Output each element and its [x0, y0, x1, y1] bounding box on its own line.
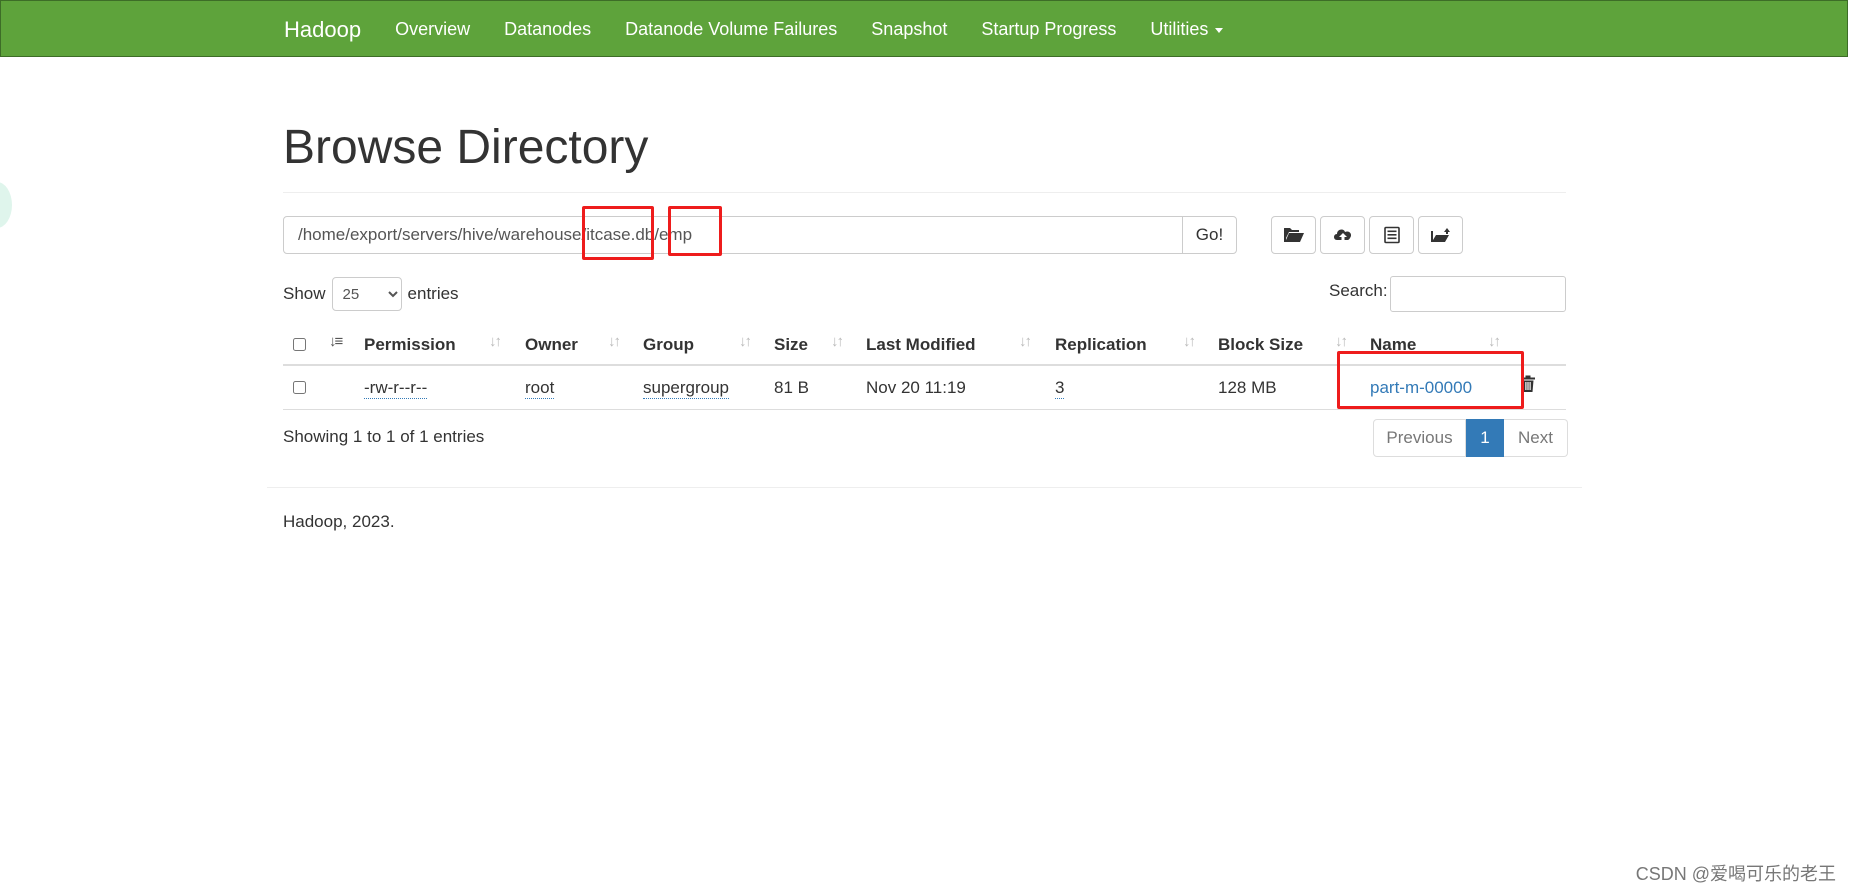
folder-open-icon	[1283, 228, 1304, 242]
sort-icon[interactable]: ↓↑	[1019, 333, 1032, 350]
footer-text: Hadoop, 2023.	[283, 512, 395, 531]
column-header-size[interactable]: Size	[774, 335, 808, 355]
top-navbar: Hadoop Overview Datanodes Datanode Volum…	[0, 0, 1848, 57]
row-select-checkbox[interactable]	[293, 381, 306, 394]
title-divider	[283, 192, 1566, 193]
navbar-brand[interactable]: Hadoop	[284, 17, 361, 43]
column-header-permission[interactable]: Permission	[364, 335, 456, 355]
cell-owner[interactable]: root	[525, 378, 555, 399]
folder-move-icon	[1430, 228, 1450, 242]
table-header: ↓≡ Permission ↓↑ Owner ↓↑ Group ↓↑ Size …	[283, 322, 1566, 366]
column-header-name[interactable]: Name	[1370, 335, 1416, 355]
sort-icon[interactable]: ↓↑	[831, 333, 844, 350]
navbar-inner: Hadoop Overview Datanodes Datanode Volum…	[284, 1, 1257, 58]
caret-down-icon	[1215, 27, 1224, 33]
create-directory-button[interactable]	[1271, 216, 1316, 254]
watermark: CSDN @爱喝可乐的老王	[1635, 864, 1836, 884]
nav-item-snapshot[interactable]: Snapshot	[871, 19, 947, 40]
cloud-upload-icon	[1333, 229, 1351, 242]
show-label: Show	[283, 284, 326, 303]
column-header-group[interactable]: Group	[643, 335, 694, 355]
page-1-button[interactable]: 1	[1466, 419, 1504, 457]
side-floating-widget[interactable]	[0, 182, 12, 228]
move-button[interactable]	[1418, 216, 1463, 254]
column-header-block-size[interactable]: Block Size	[1218, 335, 1303, 355]
column-header-replication[interactable]: Replication	[1055, 335, 1147, 355]
page-title: Browse Directory	[283, 121, 649, 174]
nav-item-utilities-label: Utilities	[1150, 19, 1209, 39]
cell-group[interactable]: supergroup	[643, 378, 730, 399]
nav-item-startup-progress[interactable]: Startup Progress	[981, 19, 1116, 40]
sort-icon[interactable]: ↓↑	[1488, 333, 1501, 350]
pagination: Previous 1 Next	[1373, 419, 1568, 457]
sort-icon[interactable]: ↓↑	[1183, 333, 1196, 350]
search-label: Search:	[1329, 281, 1388, 300]
sort-asc-icon[interactable]: ↓≡	[329, 333, 343, 350]
cell-name-link[interactable]: part-m-00000	[1370, 378, 1472, 398]
next-page-button[interactable]: Next	[1504, 419, 1568, 457]
list-alt-icon	[1383, 226, 1400, 244]
trash-icon[interactable]	[1520, 375, 1536, 398]
cell-size: 81 B	[774, 378, 809, 397]
cell-replication[interactable]: 3	[1055, 378, 1065, 399]
go-button[interactable]: Go!	[1182, 216, 1237, 254]
cut-paste-button[interactable]	[1369, 216, 1414, 254]
cell-permission[interactable]: -rw-r--r--	[364, 378, 428, 399]
cell-block-size: 128 MB	[1218, 378, 1277, 397]
sort-icon[interactable]: ↓↑	[489, 333, 502, 350]
footer-divider	[267, 487, 1582, 488]
sort-icon[interactable]: ↓↑	[1335, 333, 1348, 350]
nav-item-overview[interactable]: Overview	[395, 19, 470, 40]
table-info: Showing 1 to 1 of 1 entries	[283, 427, 485, 446]
directory-path-input[interactable]	[283, 216, 1183, 254]
sort-icon[interactable]: ↓↑	[608, 333, 621, 350]
page-size-control: Show 25 entries	[283, 277, 459, 311]
nav-item-datanode-volume-failures[interactable]: Datanode Volume Failures	[625, 19, 837, 40]
nav-item-datanodes[interactable]: Datanodes	[504, 19, 591, 40]
page-size-select[interactable]: 25	[331, 277, 402, 311]
search-input[interactable]	[1390, 276, 1566, 312]
select-all-checkbox[interactable]	[293, 338, 306, 351]
column-header-owner[interactable]: Owner	[525, 335, 578, 355]
upload-file-button[interactable]	[1320, 216, 1365, 254]
table-row: -rw-r--r-- root supergroup 81 B Nov 20 1…	[283, 366, 1566, 410]
previous-page-button[interactable]: Previous	[1373, 419, 1466, 457]
cell-last-modified: Nov 20 11:19	[866, 378, 966, 397]
nav-item-utilities[interactable]: Utilities	[1150, 19, 1224, 40]
column-header-last-modified[interactable]: Last Modified	[866, 335, 976, 355]
entries-label: entries	[407, 284, 459, 303]
sort-icon[interactable]: ↓↑	[739, 333, 752, 350]
